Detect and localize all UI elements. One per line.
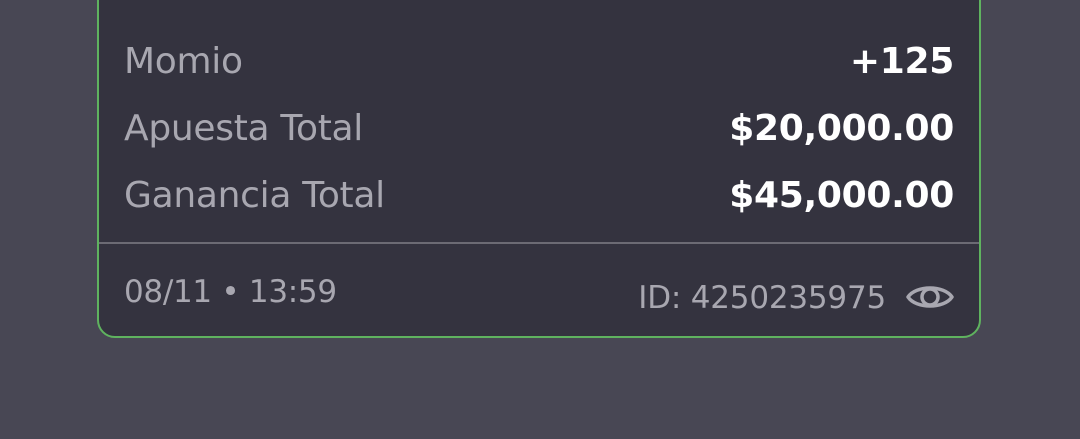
divider [99, 242, 979, 244]
odds-row: Momio +125 [124, 36, 954, 86]
winnings-row: Ganancia Total $45,000.00 [124, 170, 954, 220]
stake-row: Apuesta Total $20,000.00 [124, 103, 954, 153]
ticket-id-group: ID: 4250235975 [638, 268, 954, 316]
timestamp: 08/11 • 13:59 [124, 274, 337, 310]
winnings-label: Ganancia Total [124, 174, 385, 216]
winnings-value: $45,000.00 [729, 174, 954, 216]
odds-label: Momio [124, 40, 243, 82]
stake-value: $20,000.00 [729, 107, 954, 149]
bet-ticket-card: Momio +125 Apuesta Total $20,000.00 Gana… [97, 0, 981, 338]
odds-value: +125 [849, 40, 954, 82]
ticket-footer: 08/11 • 13:59 ID: 4250235975 [124, 267, 954, 317]
stake-label: Apuesta Total [124, 107, 363, 149]
ticket-id: ID: 4250235975 [638, 280, 886, 316]
eye-icon[interactable] [906, 280, 954, 314]
